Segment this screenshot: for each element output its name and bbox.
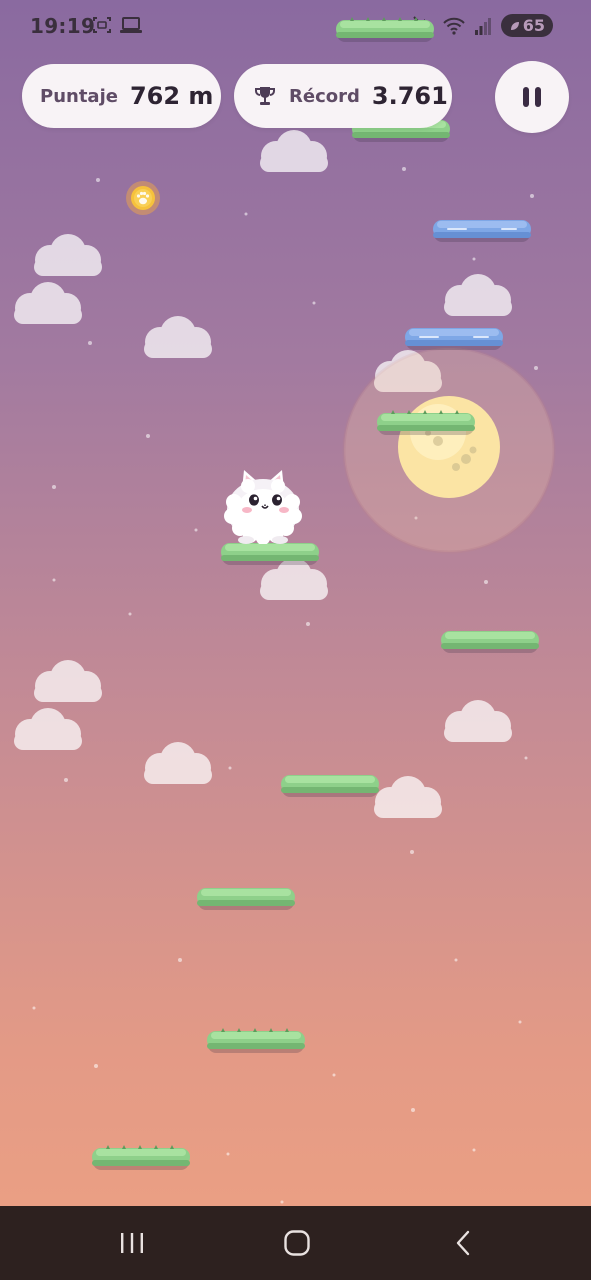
pause-icon: [523, 87, 541, 107]
recents-button[interactable]: [112, 1226, 152, 1260]
cloud: [14, 708, 82, 750]
cloud: [34, 234, 102, 276]
battery-saver-icon: [510, 21, 519, 30]
cloud: [144, 316, 212, 358]
battery-level: 65: [522, 16, 545, 35]
paw-coin-icon: [126, 181, 160, 215]
home-button[interactable]: [277, 1226, 317, 1260]
platform-blue: [433, 220, 531, 242]
platform-green: [281, 775, 379, 797]
sparkles-layer: [32, 167, 538, 1204]
platform-green: [441, 631, 539, 653]
score-panel: Puntaje 762 m: [22, 64, 221, 128]
platform-green: [336, 17, 434, 42]
recents-icon: [121, 1233, 143, 1253]
cloud: [144, 742, 212, 784]
home-icon: [284, 1230, 310, 1256]
cloud: [260, 130, 328, 172]
platform-green: [207, 1028, 305, 1053]
back-button[interactable]: [443, 1226, 483, 1260]
score-value: 762 m: [129, 82, 214, 110]
platform-green: [92, 1145, 190, 1170]
game-screen[interactable]: 19:19 65 Puntaje 762 m Récord 3.761: [0, 0, 591, 1280]
player-cat: [224, 470, 302, 544]
cloud: [444, 700, 512, 742]
status-left-icons: [92, 16, 142, 34]
trophy-icon: [255, 87, 275, 105]
record-value: 3.761: [371, 82, 448, 110]
system-nav-bar: [0, 1206, 591, 1280]
status-bar: 19:19 65: [0, 0, 591, 56]
record-label: Récord: [289, 85, 360, 107]
platform-green: [197, 888, 295, 910]
cloud: [14, 282, 82, 324]
laptop-icon: [120, 17, 142, 33]
battery-indicator: 65: [500, 14, 553, 37]
record-panel: Récord 3.761: [234, 64, 452, 128]
pause-button[interactable]: [495, 61, 569, 133]
back-icon: [456, 1230, 470, 1256]
status-time: 19:19: [30, 14, 96, 38]
score-label: Puntaje: [40, 85, 118, 107]
cloud: [444, 274, 512, 316]
cloud: [374, 776, 442, 818]
signal-icon: [474, 17, 491, 35]
wifi-icon: [443, 17, 465, 35]
sun-bubble-powerup: [342, 346, 556, 554]
platform-green: [377, 410, 475, 435]
platform-blue: [405, 328, 503, 350]
cloud: [34, 660, 102, 702]
screenshot-icon: [93, 17, 111, 33]
